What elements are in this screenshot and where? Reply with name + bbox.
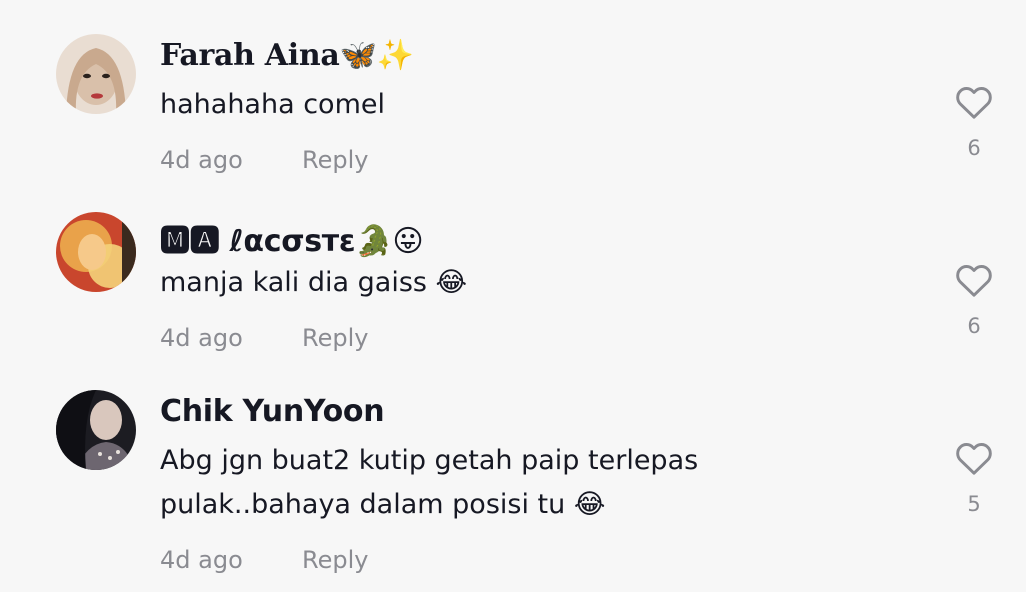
comment-meta: 4d ago Reply [160, 146, 368, 174]
avatar[interactable] [56, 34, 136, 114]
avatar[interactable] [56, 212, 136, 292]
comment-item: Chik YunYoon Abg jgn buat2 kutip getah p… [0, 356, 1026, 592]
comment-author[interactable]: 🅼🅰 ℓαcσѕтε🐊😛 [160, 216, 424, 260]
comment-item: 🅼🅰 ℓαcσѕтε🐊😛 manja kali dia gaiss 😂 4d a… [0, 178, 1026, 358]
like-button[interactable] [952, 258, 996, 302]
comment-timestamp: 4d ago [160, 546, 243, 574]
comment-author[interactable]: Chik YunYoon [160, 394, 385, 429]
comment-text: Abg jgn buat2 kutip getah paip terlepas [160, 445, 699, 476]
reply-button[interactable]: Reply [302, 324, 368, 352]
comment-text: manja kali dia gaiss 😂 [160, 267, 468, 298]
comment-item: Farah Aina🦋✨ hahahaha comel 4d ago Reply… [0, 0, 1026, 178]
reply-button[interactable]: Reply [302, 546, 368, 574]
heart-outline-icon [956, 443, 992, 475]
like-count: 6 [967, 136, 981, 160]
heart-outline-icon [956, 87, 992, 119]
comment-timestamp: 4d ago [160, 146, 243, 174]
comment-timestamp: 4d ago [160, 324, 243, 352]
comment-text: pulak..bahaya dalam posisi tu 😂 [160, 489, 606, 520]
reply-button[interactable]: Reply [302, 146, 368, 174]
comment-author[interactable]: Farah Aina🦋✨ [160, 38, 414, 73]
comment-meta: 4d ago Reply [160, 324, 368, 352]
avatar[interactable] [56, 390, 136, 470]
like-count: 6 [967, 314, 981, 338]
comment-meta: 4d ago Reply [160, 546, 368, 574]
like-button[interactable] [952, 80, 996, 124]
comment-text: hahahaha comel [160, 89, 385, 120]
heart-outline-icon [956, 265, 992, 297]
like-button[interactable] [952, 436, 996, 480]
like-count: 5 [967, 492, 981, 516]
